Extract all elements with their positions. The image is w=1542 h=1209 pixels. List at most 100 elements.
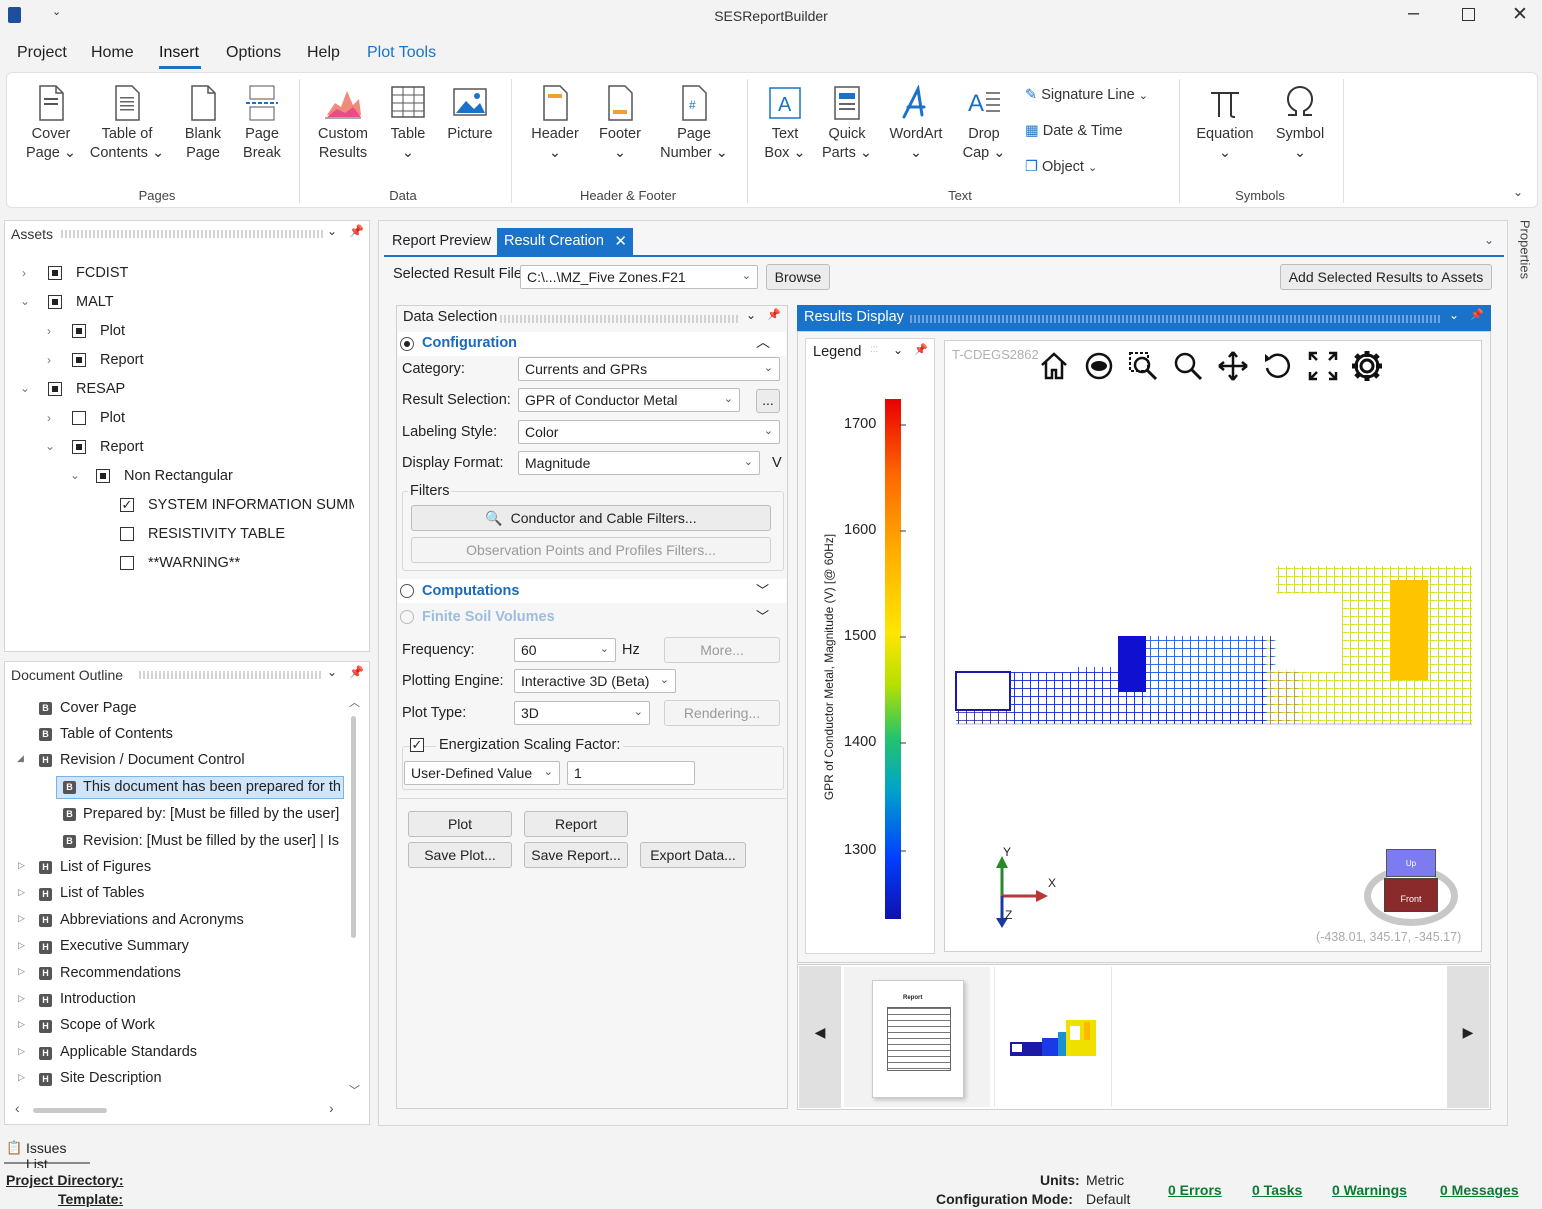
tree-checkbox-checked[interactable]: ✓ xyxy=(120,498,134,512)
asset-non-rectangular[interactable]: Non Rectangular xyxy=(124,468,233,484)
tree-checkbox[interactable] xyxy=(48,295,62,309)
asset-system-information[interactable]: SYSTEM INFORMATION SUMMA xyxy=(148,497,354,513)
menu-project[interactable]: Project xyxy=(17,44,67,62)
tree-checkbox[interactable] xyxy=(72,411,86,425)
collapse-chevron-icon[interactable]: ⌄ xyxy=(45,439,55,453)
conductor-filters-button[interactable]: 🔍 Conductor and Cable Filters... xyxy=(411,505,771,531)
thumbnails-next-button[interactable]: ▶ xyxy=(1447,966,1489,1108)
selected-file-combo[interactable]: C:\...\MZ_Five Zones.F21 ⌄ xyxy=(520,265,758,289)
home-icon[interactable] xyxy=(1038,350,1070,382)
pin-icon[interactable]: 📌 xyxy=(767,308,781,321)
configuration-radio[interactable] xyxy=(400,337,414,351)
asset-fcdist[interactable]: FCDIST xyxy=(76,265,128,281)
rotate-icon[interactable] xyxy=(1262,350,1294,382)
menu-options[interactable]: Options xyxy=(226,44,281,62)
outline-recommendations[interactable]: Recommendations xyxy=(60,965,181,981)
page-number-button[interactable]: # Page Number ⌄ xyxy=(657,85,731,163)
result-selection-select[interactable]: GPR of Conductor Metal ⌄ xyxy=(518,388,740,412)
outline-site-description[interactable]: Site Description xyxy=(60,1070,162,1086)
menu-insert[interactable]: Insert xyxy=(159,44,199,62)
tab-report-preview[interactable]: Report Preview xyxy=(384,228,499,254)
chevron-down-icon[interactable]: ⌄ xyxy=(746,308,756,322)
export-data-button[interactable]: Export Data... xyxy=(640,842,746,868)
pin-icon[interactable]: 📌 xyxy=(914,343,928,356)
expand-triangle-icon[interactable]: ▷ xyxy=(18,887,25,898)
scroll-up-icon[interactable]: ︿ xyxy=(349,694,360,710)
more-button[interactable]: More... xyxy=(664,637,780,663)
object-button[interactable]: ❐ Object ⌄ xyxy=(1025,159,1097,175)
rendering-button[interactable]: Rendering... xyxy=(664,700,780,726)
tree-checkbox[interactable] xyxy=(96,469,110,483)
asset-resap[interactable]: RESAP xyxy=(76,381,125,397)
picture-button[interactable]: Picture xyxy=(443,85,497,144)
footer-button[interactable]: Footer ⌄ xyxy=(591,85,649,163)
table-button[interactable]: Table ⌄ xyxy=(383,85,433,163)
report-button[interactable]: Report xyxy=(524,811,628,837)
asset-malt[interactable]: MALT xyxy=(76,294,114,310)
outline-abbreviations[interactable]: Abbreviations and Acronyms xyxy=(60,912,244,928)
computations-radio[interactable] xyxy=(400,584,414,598)
scroll-right-icon[interactable]: › xyxy=(329,1100,334,1116)
expand-triangle-icon[interactable]: ▷ xyxy=(18,1019,25,1030)
menu-plot-tools[interactable]: Plot Tools xyxy=(367,44,436,62)
outline-hscrollbar[interactable]: ‹ › xyxy=(15,1100,341,1116)
chevron-down-icon[interactable]: ⌄ xyxy=(327,665,337,679)
expand-chevron-icon[interactable]: › xyxy=(47,411,51,425)
chevron-down-icon[interactable]: ﹀ xyxy=(756,580,769,599)
expand-triangle-icon[interactable]: ▷ xyxy=(18,966,25,977)
minimize-button[interactable]: – xyxy=(1408,2,1419,25)
esf-checkbox[interactable]: ✓ xyxy=(410,738,424,752)
pin-icon[interactable]: 📌 xyxy=(349,224,364,238)
pin-icon[interactable]: 📌 xyxy=(1470,308,1484,321)
collapse-triangle-icon[interactable]: ◢ xyxy=(17,753,24,764)
collapse-chevron-icon[interactable]: ⌄ xyxy=(70,468,80,482)
tasks-link[interactable]: 0 Tasks xyxy=(1252,1182,1302,1198)
tree-checkbox[interactable] xyxy=(48,382,62,396)
menu-help[interactable]: Help xyxy=(307,44,340,62)
asset-resistivity-table[interactable]: RESISTIVITY TABLE xyxy=(148,526,285,542)
drop-cap-button[interactable]: A Drop Cap ⌄ xyxy=(957,85,1011,163)
chevron-up-icon[interactable]: ︿ xyxy=(756,332,770,352)
orbit-icon[interactable] xyxy=(1083,350,1115,382)
scroll-left-icon[interactable]: ‹ xyxy=(15,1100,20,1116)
tree-checkbox[interactable] xyxy=(72,324,86,338)
expand-triangle-icon[interactable]: ▷ xyxy=(18,993,25,1004)
view-cube-front[interactable]: Front xyxy=(1384,878,1438,912)
ribbon-collapse-icon[interactable]: ⌄ xyxy=(1513,185,1523,199)
menu-home[interactable]: Home xyxy=(91,44,134,62)
expand-triangle-icon[interactable]: ▷ xyxy=(18,1072,25,1083)
outline-applicable-standards[interactable]: Applicable Standards xyxy=(60,1044,197,1060)
outline-list-of-tables[interactable]: List of Tables xyxy=(60,885,144,901)
text-box-button[interactable]: A Text Box ⌄ xyxy=(757,85,813,163)
expand-chevron-icon[interactable]: › xyxy=(22,266,26,280)
outline-prepared-by[interactable]: Prepared by: [Must be filled by the user… xyxy=(83,806,341,822)
collapse-chevron-icon[interactable]: ⌄ xyxy=(20,294,30,308)
messages-link[interactable]: 0 Messages xyxy=(1440,1182,1519,1198)
outline-cover-page[interactable]: Cover Page xyxy=(60,700,137,716)
maximize-button[interactable] xyxy=(1462,8,1475,21)
plot-button[interactable]: Plot xyxy=(408,811,512,837)
view-cube-top[interactable]: Up xyxy=(1386,849,1436,877)
asset-resap-report[interactable]: Report xyxy=(100,439,144,455)
outline-vscrollbar[interactable]: ︿ ﹀ xyxy=(349,697,360,1098)
save-report-button[interactable]: Save Report... xyxy=(524,842,628,868)
custom-results-button[interactable]: Custom Results xyxy=(311,85,375,163)
cover-page-button[interactable]: Cover Page ⌄ xyxy=(21,85,81,163)
tab-result-creation[interactable]: Result Creation ✕ xyxy=(497,228,633,255)
scroll-down-icon[interactable]: ﹀ xyxy=(349,1082,360,1098)
asset-malt-plot[interactable]: Plot xyxy=(100,323,125,339)
outline-list-of-figures[interactable]: List of Figures xyxy=(60,859,151,875)
zoom-region-icon[interactable] xyxy=(1127,350,1159,382)
labeling-style-select[interactable]: Color ⌄ xyxy=(518,420,780,444)
tree-checkbox[interactable] xyxy=(120,527,134,541)
outline-revision-line[interactable]: Revision: [Must be filled by the user] |… xyxy=(83,833,341,849)
signature-line-button[interactable]: ✎ Signature Line ⌄ xyxy=(1025,87,1148,103)
warnings-link[interactable]: 0 Warnings xyxy=(1332,1182,1407,1198)
quick-parts-button[interactable]: Quick Parts ⌄ xyxy=(819,85,875,163)
symbol-button[interactable]: Symbol ⌄ xyxy=(1269,85,1331,163)
expand-triangle-icon[interactable]: ▷ xyxy=(18,1046,25,1057)
asset-resap-plot[interactable]: Plot xyxy=(100,410,125,426)
add-to-assets-button[interactable]: Add Selected Results to Assets xyxy=(1280,264,1492,290)
result-more-button[interactable]: ... xyxy=(756,389,780,413)
pin-icon[interactable]: 📌 xyxy=(349,665,364,679)
